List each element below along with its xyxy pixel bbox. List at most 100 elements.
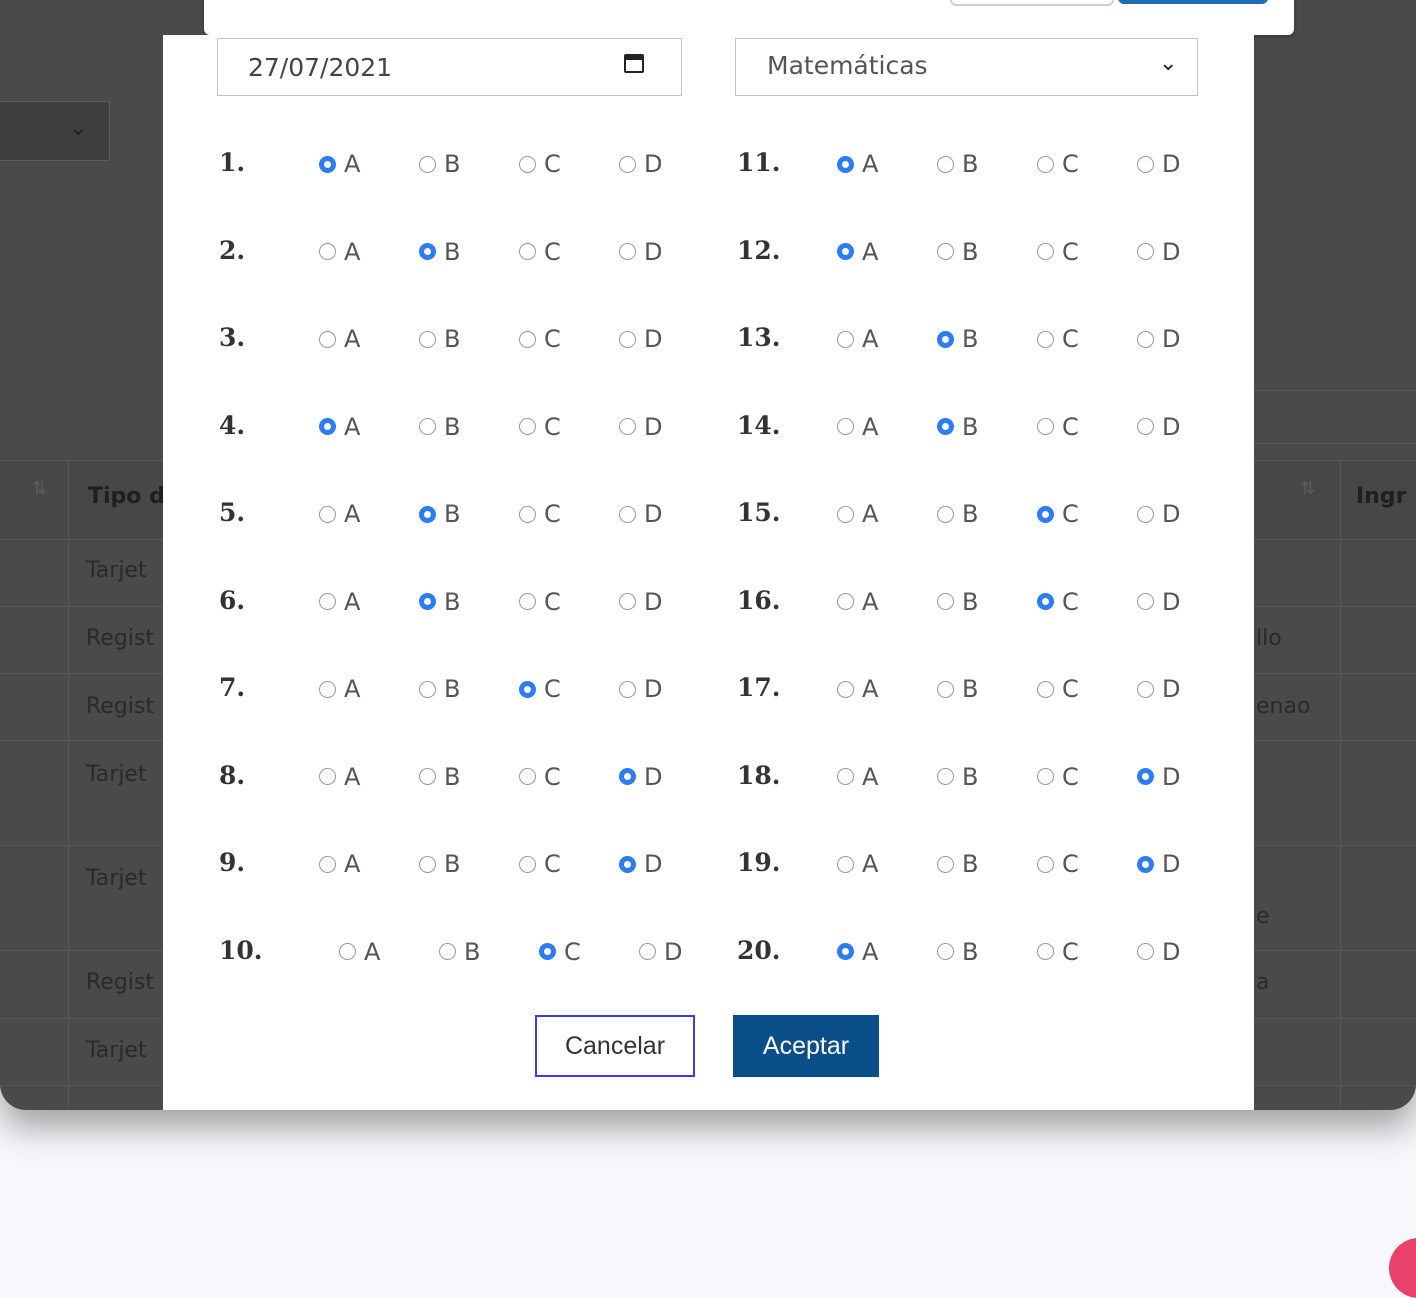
answer-option-d[interactable]: D xyxy=(1137,407,1181,447)
answer-option-c[interactable]: C xyxy=(1037,407,1080,447)
radio-button[interactable] xyxy=(339,943,356,960)
radio-button[interactable] xyxy=(319,418,336,435)
answer-option-c[interactable]: C xyxy=(1037,494,1080,534)
answer-option-d[interactable]: D xyxy=(619,844,663,884)
answer-option-d[interactable]: D xyxy=(1137,932,1181,972)
radio-button[interactable] xyxy=(837,243,854,260)
answer-option-d[interactable]: D xyxy=(619,232,663,272)
radio-button[interactable] xyxy=(319,680,336,698)
radio-button[interactable] xyxy=(539,943,556,960)
answer-option-a[interactable]: A xyxy=(319,757,361,797)
answer-option-a[interactable]: A xyxy=(319,844,361,884)
answer-option-d[interactable]: D xyxy=(639,932,683,972)
radio-button[interactable] xyxy=(1137,768,1154,785)
radio-button[interactable] xyxy=(837,418,854,435)
answer-option-b[interactable]: B xyxy=(419,144,461,184)
radio-button[interactable] xyxy=(419,330,436,348)
radio-button[interactable] xyxy=(937,418,954,435)
radio-button[interactable] xyxy=(1137,855,1154,873)
answer-option-c[interactable]: C xyxy=(519,844,562,884)
answer-option-b[interactable]: B xyxy=(937,319,979,359)
answer-option-d[interactable]: D xyxy=(619,144,663,184)
radio-button[interactable] xyxy=(1037,505,1054,523)
answer-option-a[interactable]: A xyxy=(319,669,361,709)
radio-button[interactable] xyxy=(1037,593,1054,610)
answer-option-a[interactable]: A xyxy=(319,582,361,622)
answer-option-b[interactable]: B xyxy=(937,669,979,709)
answer-option-b[interactable]: B xyxy=(419,844,461,884)
answer-option-a[interactable]: A xyxy=(837,407,879,447)
answer-option-d[interactable]: D xyxy=(619,582,663,622)
answer-option-a[interactable]: A xyxy=(319,144,361,184)
radio-button[interactable] xyxy=(519,243,536,260)
cancel-button[interactable]: Cancelar xyxy=(535,1015,695,1077)
answer-option-a[interactable]: A xyxy=(837,144,879,184)
radio-button[interactable] xyxy=(937,505,954,523)
radio-button[interactable] xyxy=(937,155,954,173)
answer-option-d[interactable]: D xyxy=(1137,844,1181,884)
answer-option-c[interactable]: C xyxy=(1037,669,1080,709)
radio-button[interactable] xyxy=(439,943,456,960)
calendar-icon[interactable] xyxy=(624,54,644,73)
radio-button[interactable] xyxy=(937,593,954,610)
answer-option-c[interactable]: C xyxy=(519,232,562,272)
radio-button[interactable] xyxy=(1037,330,1054,348)
radio-button[interactable] xyxy=(419,505,436,523)
radio-button[interactable] xyxy=(319,593,336,610)
background-search-box[interactable] xyxy=(1254,390,1416,444)
date-input[interactable]: 27/07/2021 xyxy=(217,38,682,96)
radio-button[interactable] xyxy=(619,243,636,260)
sort-icon[interactable]: ⇅ xyxy=(1300,478,1315,499)
radio-button[interactable] xyxy=(639,943,656,960)
answer-option-b[interactable]: B xyxy=(419,319,461,359)
answer-option-b[interactable]: B xyxy=(419,669,461,709)
radio-button[interactable] xyxy=(419,418,436,435)
radio-button[interactable] xyxy=(837,855,854,873)
answer-option-d[interactable]: D xyxy=(1137,582,1181,622)
accept-button[interactable]: Aceptar xyxy=(733,1015,879,1077)
answer-option-b[interactable]: B xyxy=(937,494,979,534)
answer-option-b[interactable]: B xyxy=(937,932,979,972)
answer-option-a[interactable]: A xyxy=(837,319,879,359)
radio-button[interactable] xyxy=(1037,155,1054,173)
radio-button[interactable] xyxy=(419,593,436,610)
radio-button[interactable] xyxy=(1137,418,1154,435)
background-header-ingr[interactable]: Ingr xyxy=(1356,484,1406,509)
answer-option-c[interactable]: C xyxy=(539,932,582,972)
answer-option-a[interactable]: A xyxy=(319,494,361,534)
answer-option-c[interactable]: C xyxy=(519,669,562,709)
answer-option-a[interactable]: A xyxy=(837,669,879,709)
radio-button[interactable] xyxy=(519,593,536,610)
radio-button[interactable] xyxy=(937,243,954,260)
radio-button[interactable] xyxy=(519,330,536,348)
answer-option-a[interactable]: A xyxy=(837,232,879,272)
answer-option-b[interactable]: B xyxy=(937,144,979,184)
radio-button[interactable] xyxy=(1037,943,1054,960)
radio-button[interactable] xyxy=(619,768,636,785)
background-header-tipo[interactable]: Tipo d xyxy=(88,484,165,509)
radio-button[interactable] xyxy=(837,155,854,173)
answer-option-b[interactable]: B xyxy=(419,494,461,534)
answer-option-a[interactable]: A xyxy=(319,407,361,447)
answer-option-d[interactable]: D xyxy=(619,494,663,534)
answer-option-c[interactable]: C xyxy=(1037,319,1080,359)
answer-option-b[interactable]: B xyxy=(937,582,979,622)
radio-button[interactable] xyxy=(519,680,536,698)
answer-option-b[interactable]: B xyxy=(937,844,979,884)
radio-button[interactable] xyxy=(519,418,536,435)
answer-option-c[interactable]: C xyxy=(519,407,562,447)
radio-button[interactable] xyxy=(419,768,436,785)
radio-button[interactable] xyxy=(519,505,536,523)
radio-button[interactable] xyxy=(1137,593,1154,610)
radio-button[interactable] xyxy=(319,155,336,173)
radio-button[interactable] xyxy=(619,680,636,698)
radio-button[interactable] xyxy=(319,330,336,348)
radio-button[interactable] xyxy=(1037,680,1054,698)
radio-button[interactable] xyxy=(419,855,436,873)
radio-button[interactable] xyxy=(419,155,436,173)
answer-option-b[interactable]: B xyxy=(439,932,481,972)
answer-option-a[interactable]: A xyxy=(339,932,381,972)
radio-button[interactable] xyxy=(937,943,954,960)
radio-button[interactable] xyxy=(319,855,336,873)
radio-button[interactable] xyxy=(1137,330,1154,348)
